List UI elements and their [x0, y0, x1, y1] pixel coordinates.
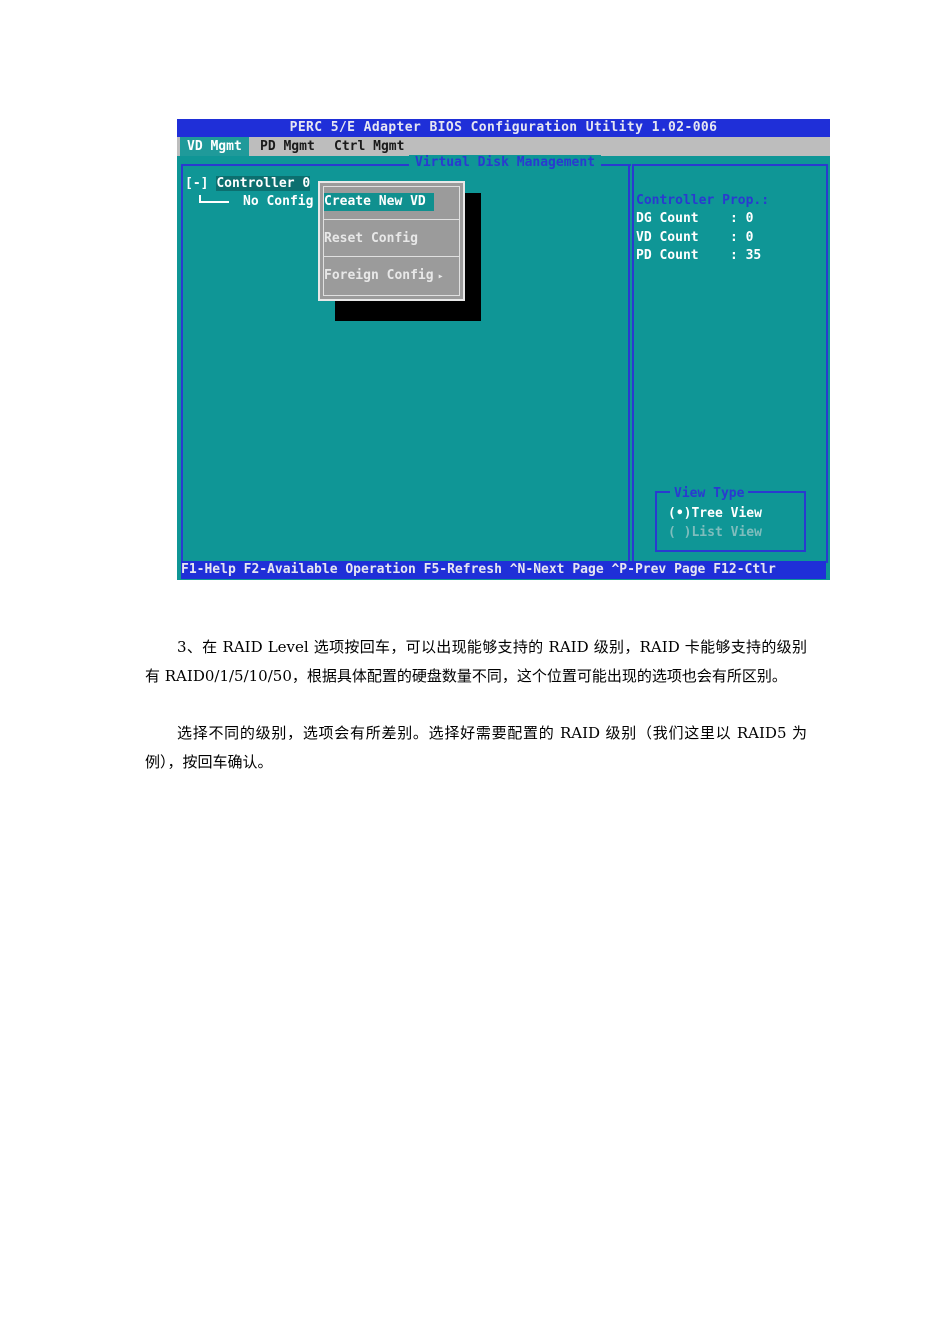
prop-label: DG Count: [636, 211, 699, 226]
menu-item-create-new-vd[interactable]: Create New VD: [324, 193, 434, 211]
tree-connector: [199, 195, 229, 203]
view-option-list[interactable]: ( )List View: [668, 524, 762, 542]
tab-vd-mgmt[interactable]: VD Mgmt: [180, 137, 249, 156]
prop-row-pd-count: PD Count : 35: [636, 247, 761, 265]
tree-child-no-config[interactable]: No Config: [243, 193, 313, 211]
submenu-arrow-icon: ▸: [437, 271, 444, 282]
tree-collapse-toggle[interactable]: [-]: [185, 176, 216, 191]
bios-title-bar: PERC 5/E Adapter BIOS Configuration Util…: [177, 119, 830, 137]
paragraph-raid-level: 3、在 RAID Level 选项按回车，可以出现能够支持的 RAID 级别，R…: [145, 638, 807, 685]
menu-separator: [324, 219, 459, 220]
controller-prop-header: Controller Prop.:: [636, 193, 770, 208]
prop-label: VD Count: [636, 230, 699, 245]
menu-separator: [324, 256, 459, 257]
frame-divider: [628, 164, 630, 563]
menu-item-reset-config[interactable]: Reset Config: [324, 230, 418, 248]
frame-title: Virtual Disk Management: [409, 155, 602, 171]
tab-pd-mgmt[interactable]: PD Mgmt: [253, 137, 322, 156]
view-type-title: View Type: [670, 486, 749, 502]
prop-value: : 0: [729, 211, 754, 226]
prop-label: PD Count: [636, 248, 699, 263]
tree-root[interactable]: [-] Controller 0: [185, 175, 311, 193]
tab-ctrl-mgmt[interactable]: Ctrl Mgmt: [327, 137, 411, 156]
view-option-tree[interactable]: (•)Tree View: [668, 505, 762, 523]
status-bar: F1-Help F2-Available Operation F5-Refres…: [181, 561, 826, 579]
paragraph-select-level: 选择不同的级别，选项会有所差别。选择好需要配置的 RAID 级别（我们这里以 R…: [145, 724, 807, 771]
prop-row-dg-count: DG Count : 0: [636, 210, 753, 228]
bios-tab-bar: VD Mgmt PD Mgmt Ctrl Mgmt: [177, 137, 830, 156]
operation-popup-menu: Create New VD Reset Config Foreign Confi…: [318, 181, 465, 301]
menu-item-foreign-config[interactable]: Foreign Config ▸: [324, 267, 444, 286]
prop-row-vd-count: VD Count : 0: [636, 229, 753, 247]
menu-item-foreign-config-label: Foreign Config: [324, 268, 434, 283]
tree-controller-label[interactable]: Controller 0: [216, 176, 311, 191]
bios-screenshot: PERC 5/E Adapter BIOS Configuration Util…: [177, 119, 830, 580]
prop-value: : 0: [729, 230, 754, 245]
prop-value: : 35: [729, 248, 762, 263]
